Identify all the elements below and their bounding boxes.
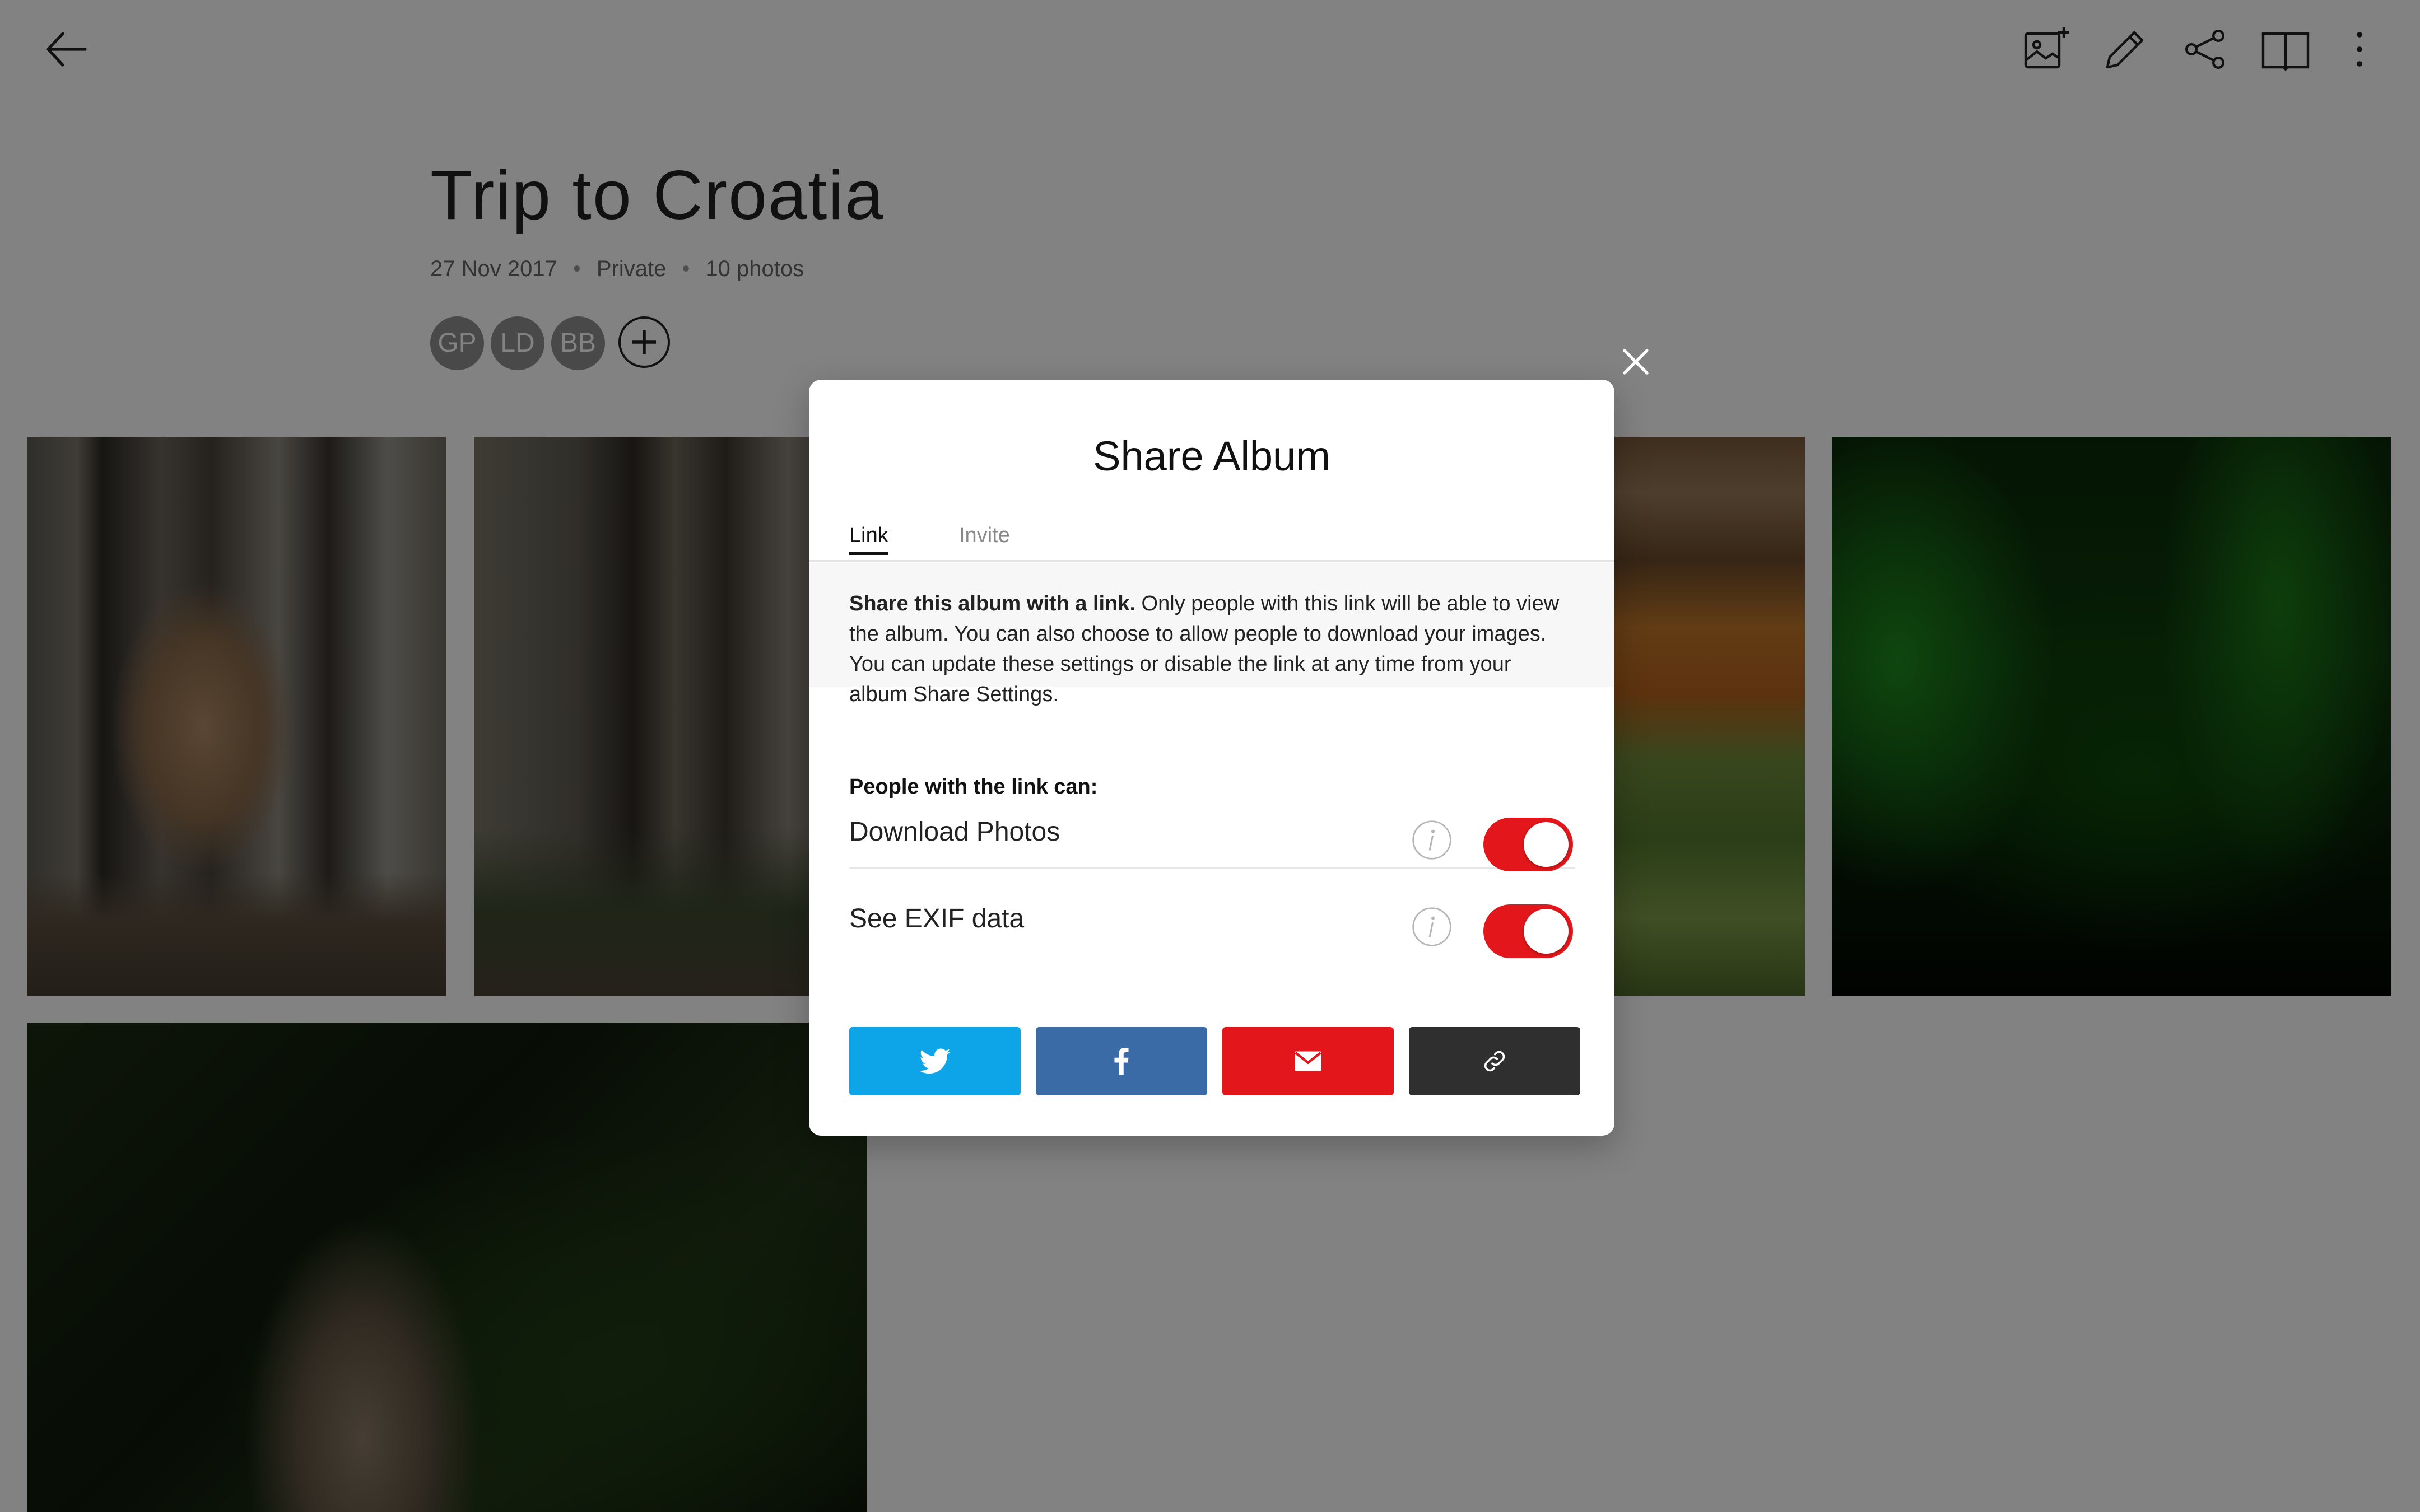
tab-link[interactable]: Link bbox=[849, 519, 888, 555]
album-page: Trip to Croatia 27 Nov 2017 • Private • 10 p… bbox=[0, 0, 2420, 1512]
share-album-dialog: Share Album Link Invite Share this album… bbox=[809, 380, 1614, 1136]
share-description-lead: Share this album with a link. bbox=[849, 592, 1135, 615]
info-circle-icon bbox=[1412, 907, 1451, 946]
info-icon[interactable] bbox=[1409, 818, 1454, 862]
link-icon bbox=[1484, 1051, 1505, 1072]
close-icon bbox=[1623, 349, 1649, 375]
toggle-knob bbox=[1524, 822, 1569, 867]
tab-invite[interactable]: Invite bbox=[959, 519, 1010, 552]
close-button[interactable] bbox=[1613, 339, 1658, 384]
permission-see-exif: See EXIF data bbox=[849, 870, 1575, 958]
dialog-tabs: Link Invite bbox=[809, 519, 1614, 562]
share-description: Share this album with a link. Only peopl… bbox=[809, 563, 1614, 706]
share-facebook-button[interactable] bbox=[1036, 1027, 1207, 1095]
dialog-title: Share Album bbox=[1093, 433, 1330, 479]
see-exif-toggle[interactable] bbox=[1483, 904, 1573, 958]
email-icon bbox=[1295, 1051, 1321, 1071]
share-email-button[interactable] bbox=[1222, 1027, 1394, 1095]
permission-download-photos: Download Photos bbox=[849, 783, 1575, 871]
info-circle-icon bbox=[1412, 820, 1451, 860]
download-photos-toggle[interactable] bbox=[1483, 818, 1573, 871]
twitter-icon bbox=[919, 1048, 951, 1074]
toggle-knob bbox=[1524, 909, 1569, 954]
permission-label: Download Photos bbox=[849, 817, 1060, 847]
permission-label: See EXIF data bbox=[849, 904, 1025, 934]
share-twitter-button[interactable] bbox=[849, 1027, 1021, 1095]
copy-link-button[interactable] bbox=[1409, 1027, 1580, 1095]
info-icon[interactable] bbox=[1409, 904, 1454, 949]
facebook-icon bbox=[1114, 1048, 1129, 1075]
